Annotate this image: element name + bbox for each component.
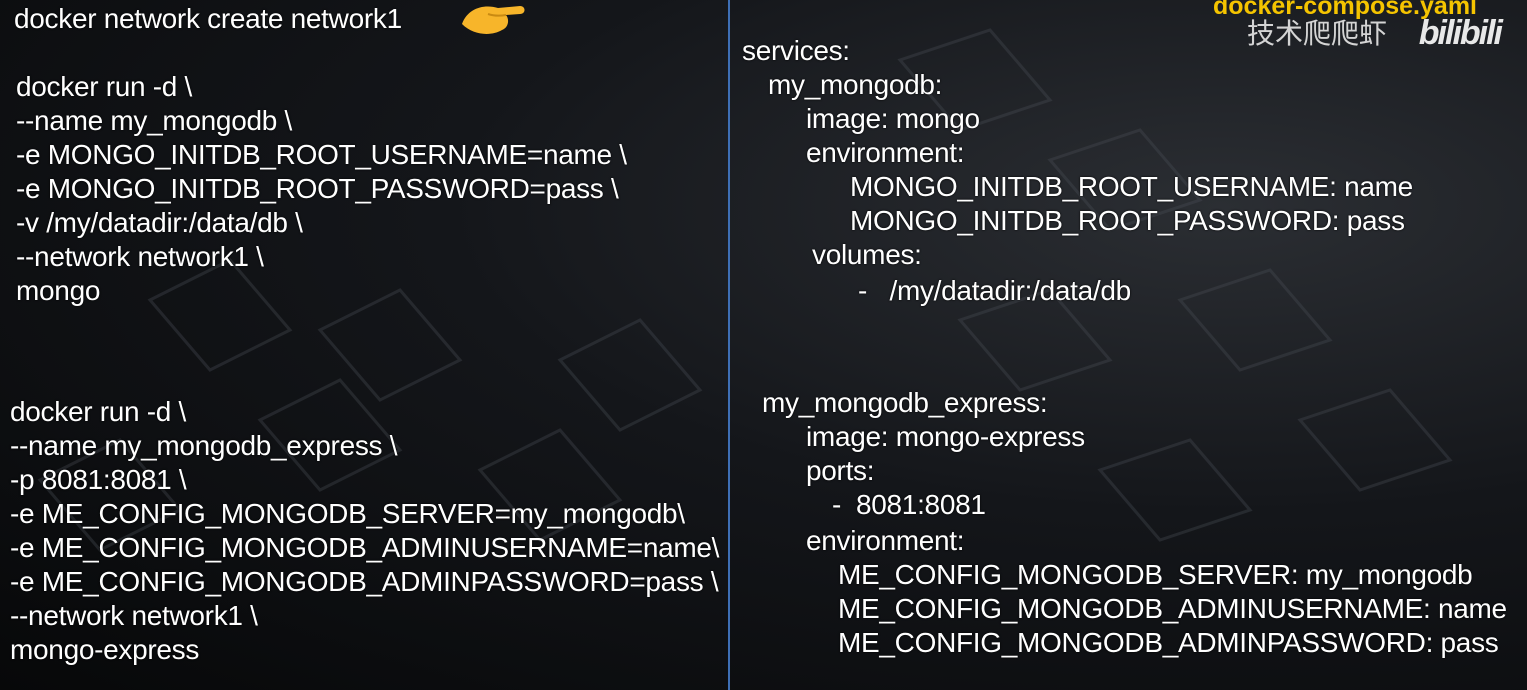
left-run1-line-6: --network network1 \ [16,241,264,272]
right-services-line-6: MONGO_INITDB_ROOT_PASSWORD: pass [850,205,1405,236]
right-express-line-8: ME_CONFIG_MONGODB_ADMINPASSWORD: pass [838,627,1499,658]
right-services-line-7: volumes: [812,239,922,270]
right-services-line-4: environment: [806,137,965,168]
left-run1-line-3: -e MONGO_INITDB_ROOT_USERNAME=name \ [16,139,627,170]
right-express-line-3: ports: [806,455,875,486]
left-run2-line-6: -e ME_CONFIG_MONGODB_ADMINPASSWORD=pass … [10,566,719,597]
left-run2-line-1: docker run -d \ [10,396,187,427]
left-run2-line-5: -e ME_CONFIG_MONGODB_ADMINUSERNAME=name\ [10,532,720,563]
left-run2-line-7: --network network1 \ [10,600,258,631]
right-express-line-7: ME_CONFIG_MONGODB_ADMINUSERNAME: name [838,593,1507,624]
left-run1-line-7: mongo [16,275,101,306]
right-services-line-8: - /my/datadir:/data/db [858,275,1131,306]
right-express-line-6: ME_CONFIG_MONGODB_SERVER: my_mongodb [838,559,1473,590]
left-run1-line-2: --name my_mongodb \ [16,105,292,136]
left-run2-line-8: mongo-express [10,634,200,665]
left-run1-line-1: docker run -d \ [16,71,193,102]
left-run2-line-2: --name my_mongodb_express \ [10,430,398,461]
bilibili-logo: bilibili [1418,14,1503,52]
right-services-line-2: my_mongodb: [768,69,943,100]
left-network-command: docker network create network1 [14,3,402,34]
column-divider [728,0,730,690]
right-services-line-1: services: [742,35,850,66]
right-express-line-2: image: mongo-express [806,421,1085,452]
right-express-line-5: environment: [806,525,965,556]
right-express-line-4: - 8081:8081 [832,489,986,520]
left-run2-line-3: -p 8081:8081 \ [10,464,187,495]
right-express-line-1: my_mongodb_express: [762,387,1048,418]
pointing-hand-icon [462,6,525,34]
right-services-line-5: MONGO_INITDB_ROOT_USERNAME: name [850,171,1413,202]
left-run1-line-4: -e MONGO_INITDB_ROOT_PASSWORD=pass \ [16,173,619,204]
right-services-line-3: image: mongo [806,103,980,134]
left-run2-line-4: -e ME_CONFIG_MONGODB_SERVER=my_mongodb\ [10,498,685,529]
channel-watermark: 技术爬爬虾 [1246,18,1387,49]
left-run1-line-5: -v /my/datadir:/data/db \ [16,207,303,238]
